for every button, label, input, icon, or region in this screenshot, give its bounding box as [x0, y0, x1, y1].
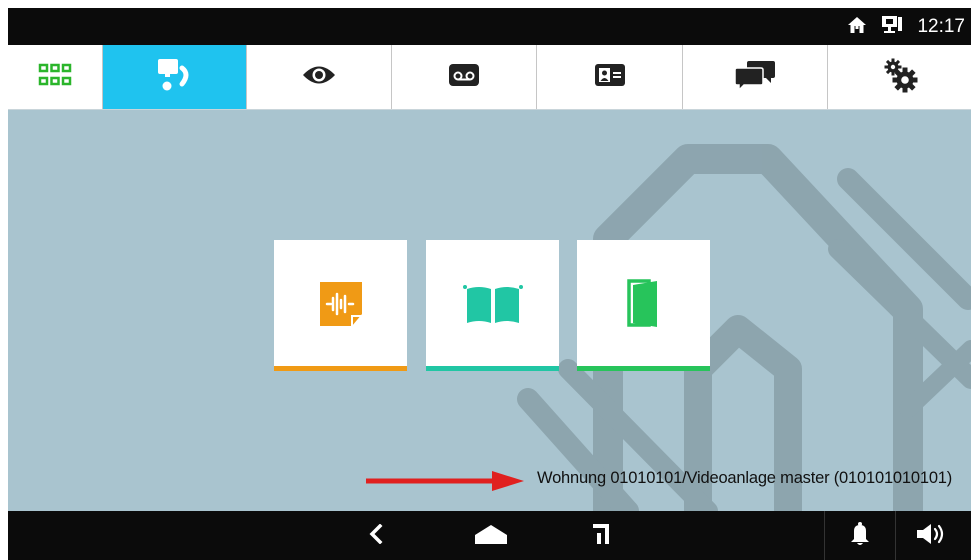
grid-icon [38, 62, 72, 92]
bottom-bar [8, 511, 971, 560]
network-icon [881, 14, 903, 40]
gate-icon [462, 283, 523, 329]
tile-audio-message[interactable] [274, 240, 407, 371]
tile-door[interactable] [577, 240, 710, 371]
volume-icon [916, 523, 950, 549]
voicemail-icon [449, 64, 479, 90]
tab-settings[interactable] [828, 45, 971, 109]
tile-gate-bar [426, 366, 559, 371]
back-button[interactable] [358, 511, 394, 560]
recent-apps-icon [591, 522, 611, 550]
tab-messages[interactable] [683, 45, 828, 109]
red-arrow-annotation [366, 471, 524, 491]
tab-surveillance[interactable] [247, 45, 392, 109]
bottom-bar-divider [824, 511, 825, 560]
back-icon [369, 523, 383, 548]
bell-button[interactable] [842, 511, 878, 560]
recent-apps-button[interactable] [583, 511, 619, 560]
audio-note-icon [319, 281, 362, 330]
bell-icon [850, 521, 870, 551]
chat-icon [734, 59, 775, 95]
eye-icon [302, 64, 336, 90]
settings-gears-icon [881, 57, 919, 97]
intercom-call-icon [157, 58, 193, 96]
status-bar: 12:17 [8, 8, 971, 45]
contact-card-icon [594, 64, 625, 90]
tab-voicemail[interactable] [392, 45, 537, 109]
screen: 12:17 Wohnung 01010101/Videoanlage maste… [8, 8, 971, 560]
bottom-bar-divider-2 [895, 511, 896, 560]
home-icon [847, 15, 867, 39]
home-nav-icon [474, 523, 508, 549]
volume-button[interactable] [908, 511, 958, 560]
tile-gate[interactable] [426, 240, 559, 371]
door-icon [626, 278, 661, 333]
tab-intercom[interactable] [103, 45, 247, 109]
tile-audio-message-bar [274, 366, 407, 371]
tab-apps[interactable] [8, 45, 103, 109]
home-button[interactable] [466, 511, 516, 560]
tab-contacts[interactable] [537, 45, 683, 109]
tile-door-bar [577, 366, 710, 371]
top-nav [8, 45, 971, 110]
status-time: 12:17 [917, 15, 965, 37]
apartment-info-text: Wohnung 01010101/Videoanlage master (010… [537, 469, 953, 487]
status-icons: 12:17 [847, 8, 965, 45]
